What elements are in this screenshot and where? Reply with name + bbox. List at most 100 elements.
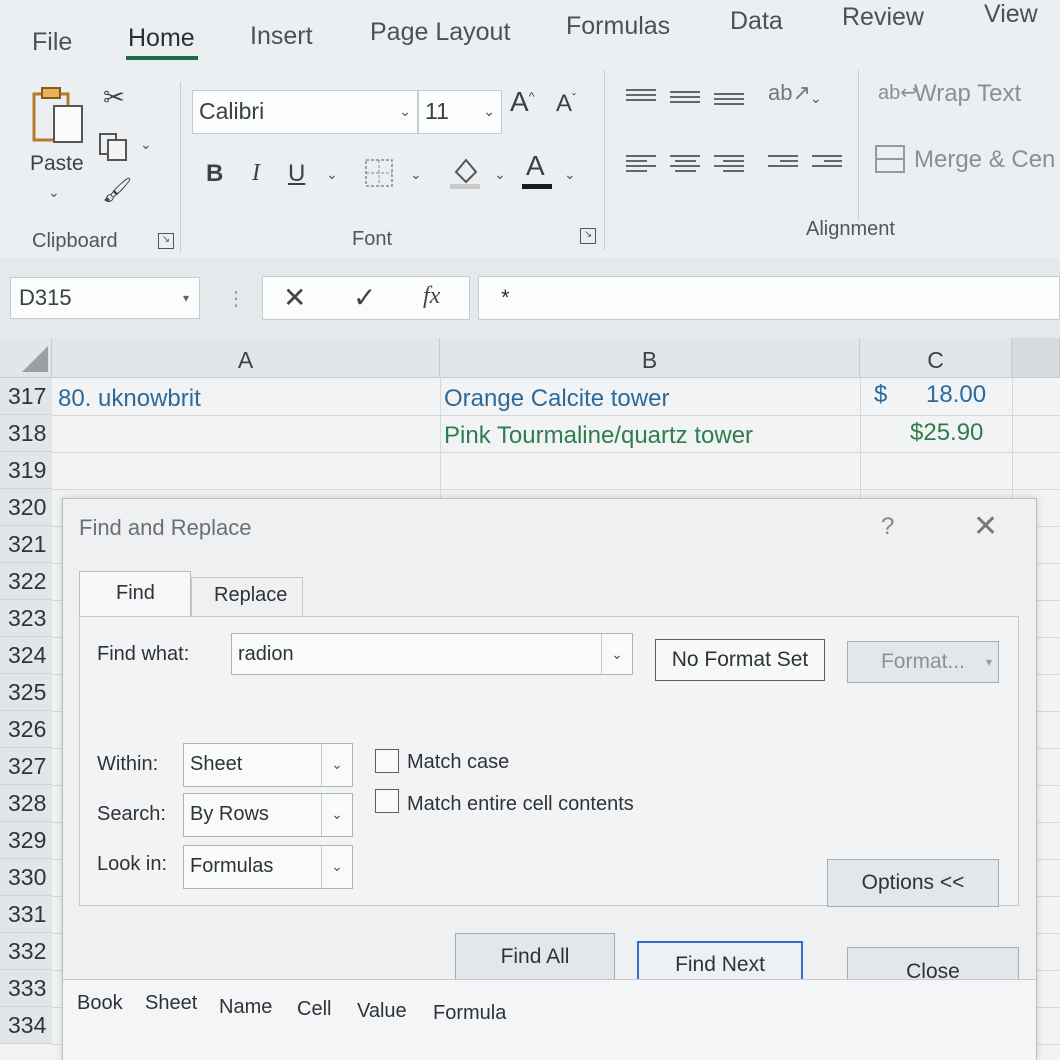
row-header[interactable]: 321 xyxy=(0,526,52,563)
fill-color-icon[interactable] xyxy=(448,154,482,190)
no-format-set-button[interactable]: No Format Set xyxy=(655,639,825,681)
match-case-label[interactable]: Match case xyxy=(407,751,509,774)
underline-dropdown-icon[interactable]: ⌄ xyxy=(326,166,338,183)
cell-b318[interactable]: Pink Tourmaline/quartz tower xyxy=(444,417,753,454)
cancel-icon[interactable]: ✕ xyxy=(283,281,306,314)
chevron-down-icon[interactable]: ⌄ xyxy=(601,634,632,674)
cell-b317[interactable]: Orange Calcite tower xyxy=(444,380,669,417)
chevron-down-icon[interactable]: ⌄ xyxy=(321,846,352,888)
column-header-a[interactable]: A xyxy=(52,338,440,378)
formula-input[interactable]: * xyxy=(478,276,1060,320)
align-center-icon[interactable] xyxy=(670,152,700,174)
row-header[interactable]: 333 xyxy=(0,970,52,1007)
format-button[interactable]: Format... ▾ xyxy=(847,641,999,683)
column-header-d[interactable] xyxy=(1012,338,1060,378)
tab-review[interactable]: Review xyxy=(842,3,924,32)
bottom-align-icon[interactable] xyxy=(714,90,744,112)
column-header-c[interactable]: C xyxy=(860,338,1012,378)
tab-data[interactable]: Data xyxy=(730,7,783,36)
row-header[interactable]: 329 xyxy=(0,822,52,859)
row-header[interactable]: 327 xyxy=(0,748,52,785)
insert-function-button[interactable]: fx xyxy=(423,283,440,310)
row-header[interactable]: 320 xyxy=(0,489,52,526)
align-right-icon[interactable] xyxy=(714,152,744,174)
options-button[interactable]: Options << xyxy=(827,859,999,907)
row-header[interactable]: 330 xyxy=(0,859,52,896)
tab-page-layout[interactable]: Page Layout xyxy=(370,18,510,47)
formula-bar-grip-icon[interactable]: ⋮ xyxy=(226,286,246,311)
font-size-select[interactable]: 11 ⌄ xyxy=(418,90,502,134)
underline-button[interactable]: U xyxy=(288,160,305,188)
row-header[interactable]: 317 xyxy=(0,378,52,415)
row-header[interactable]: 325 xyxy=(0,674,52,711)
find-what-input[interactable]: radion ⌄ xyxy=(231,633,633,675)
orientation-dropdown-icon[interactable]: ⌄ xyxy=(810,90,822,107)
results-col-cell[interactable]: Cell xyxy=(297,998,331,1021)
close-icon[interactable]: ✕ xyxy=(973,509,998,544)
chevron-down-icon[interactable]: ⌄ xyxy=(321,794,352,836)
copy-icon[interactable] xyxy=(98,132,132,162)
results-col-value[interactable]: Value xyxy=(357,1000,407,1023)
results-col-sheet[interactable]: Sheet xyxy=(145,992,197,1015)
font-launcher-icon[interactable]: ↘ xyxy=(580,228,596,244)
merge-center-button[interactable]: Merge & Cen xyxy=(914,146,1055,174)
results-col-name[interactable]: Name xyxy=(219,996,272,1019)
paste-label[interactable]: Paste xyxy=(30,152,84,176)
look-in-select[interactable]: Formulas ⌄ xyxy=(183,845,353,889)
column-header-b[interactable]: B xyxy=(440,338,860,378)
within-select[interactable]: Sheet ⌄ xyxy=(183,743,353,787)
copy-dropdown-icon[interactable]: ⌄ xyxy=(140,136,152,153)
tab-replace[interactable]: Replace xyxy=(191,577,303,617)
match-entire-checkbox[interactable] xyxy=(375,789,399,813)
row-header[interactable]: 323 xyxy=(0,600,52,637)
row-header[interactable]: 322 xyxy=(0,563,52,600)
paste-dropdown-icon[interactable]: ⌄ xyxy=(48,184,60,201)
clipboard-launcher-icon[interactable]: ↘ xyxy=(158,233,174,249)
row-header[interactable]: 324 xyxy=(0,637,52,674)
font-color-button[interactable]: A xyxy=(522,150,554,190)
borders-icon[interactable] xyxy=(364,158,396,188)
format-painter-icon[interactable]: 🖌 xyxy=(102,176,132,205)
bold-button[interactable]: B xyxy=(206,160,223,188)
help-button[interactable]: ? xyxy=(881,513,894,541)
italic-button[interactable]: I xyxy=(252,160,260,187)
fill-color-dropdown-icon[interactable]: ⌄ xyxy=(494,166,506,183)
select-all-button[interactable] xyxy=(0,338,52,378)
orientation-icon[interactable]: ab↗ xyxy=(768,80,811,106)
row-header[interactable]: 331 xyxy=(0,896,52,933)
name-box[interactable]: D315 ▾ xyxy=(10,277,200,319)
chevron-down-icon[interactable]: ⌄ xyxy=(321,744,352,786)
cell-c317[interactable]: 18.00 xyxy=(926,376,986,413)
results-col-book[interactable]: Book xyxy=(77,992,123,1015)
tab-formulas[interactable]: Formulas xyxy=(566,12,670,41)
increase-font-size-icon[interactable]: A^ xyxy=(510,86,534,118)
align-left-icon[interactable] xyxy=(626,152,656,174)
tab-home[interactable]: Home xyxy=(128,24,195,53)
row-header[interactable]: 332 xyxy=(0,933,52,970)
row-header[interactable]: 334 xyxy=(0,1007,52,1044)
borders-dropdown-icon[interactable]: ⌄ xyxy=(410,166,422,183)
row-header[interactable]: 326 xyxy=(0,711,52,748)
tab-insert[interactable]: Insert xyxy=(250,22,313,51)
middle-align-icon[interactable] xyxy=(670,88,700,110)
tab-file[interactable]: File xyxy=(32,28,72,57)
tab-find[interactable]: Find xyxy=(79,571,191,617)
results-col-formula[interactable]: Formula xyxy=(433,1002,506,1025)
match-entire-label[interactable]: Match entire cell contents xyxy=(407,793,634,816)
row-header[interactable]: 328 xyxy=(0,785,52,822)
tab-view[interactable]: View xyxy=(984,0,1038,29)
cell-c318[interactable]: $25.90 xyxy=(910,414,983,451)
wrap-text-button[interactable]: Wrap Text xyxy=(914,80,1021,108)
font-color-dropdown-icon[interactable]: ⌄ xyxy=(564,166,576,183)
search-select[interactable]: By Rows ⌄ xyxy=(183,793,353,837)
cell-a317[interactable]: 80. uknowbrit xyxy=(58,380,201,417)
row-header[interactable]: 319 xyxy=(0,452,52,489)
find-all-button[interactable]: Find All xyxy=(455,933,615,981)
decrease-indent-icon[interactable] xyxy=(768,152,798,174)
match-case-checkbox[interactable] xyxy=(375,749,399,773)
font-family-select[interactable]: Calibri ⌄ xyxy=(192,90,418,134)
paste-button[interactable] xyxy=(30,84,86,148)
cut-icon[interactable]: ✂ xyxy=(103,82,125,113)
increase-indent-icon[interactable] xyxy=(812,152,842,174)
top-align-icon[interactable] xyxy=(626,86,656,108)
